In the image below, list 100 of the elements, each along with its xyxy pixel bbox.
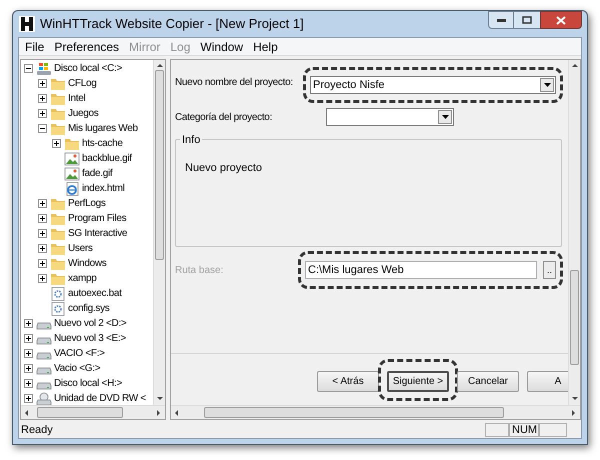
maximize-button[interactable] (514, 11, 540, 29)
tree-item[interactable]: config.sys (68, 301, 110, 316)
folder-icon (50, 122, 66, 136)
scroll-right-icon[interactable] (155, 408, 163, 416)
status-text: Ready (20, 422, 54, 438)
wizard-button[interactable]: Cancelar (457, 370, 519, 392)
settings-file-icon (50, 286, 66, 300)
expand-icon[interactable] (38, 274, 47, 283)
tree-item[interactable]: fade.gif (82, 166, 112, 181)
expand-icon[interactable] (38, 259, 47, 268)
close-icon (556, 16, 566, 24)
status-panel (539, 423, 567, 437)
tree-item[interactable]: hts-cache (82, 136, 123, 151)
close-button[interactable] (540, 11, 582, 29)
folder-icon (50, 106, 66, 120)
tree-item[interactable]: xampp (68, 271, 97, 286)
scroll-down-icon[interactable] (570, 395, 578, 403)
menu-item[interactable]: Window (196, 38, 248, 56)
scrollbar-thumb[interactable] (155, 70, 164, 260)
tree-item[interactable]: Nuevo vol 2 <D:> (54, 316, 126, 331)
collapse-icon[interactable] (24, 64, 33, 73)
tree-item[interactable]: backblue.gif (82, 151, 132, 166)
horizontal-scrollbar[interactable] (171, 405, 580, 419)
scrollbar-thumb[interactable] (37, 407, 123, 418)
tree-item[interactable]: Unidad de DVD RW < (54, 391, 146, 405)
folder-icon (50, 196, 66, 210)
expand-icon[interactable] (24, 349, 33, 358)
field-label: Categoría del proyecto: (175, 110, 274, 124)
tree-item[interactable]: Program Files (68, 211, 126, 226)
folder-icon (50, 92, 66, 106)
tree-item[interactable]: index.html (82, 181, 125, 196)
tree-item[interactable]: Windows (68, 256, 106, 271)
tree-item[interactable]: VACIO <F:> (54, 346, 105, 361)
image-file-icon (64, 152, 80, 166)
menu-item[interactable]: Preferences (50, 38, 124, 56)
maximize-icon (522, 16, 532, 24)
collapse-icon[interactable] (38, 124, 47, 133)
category-combobox[interactable] (326, 108, 454, 126)
wizard-button[interactable]: Siguiente > (387, 370, 449, 392)
app-logo-icon (19, 16, 35, 32)
folder-icon (50, 212, 66, 226)
expand-icon[interactable] (24, 334, 33, 343)
tree-item[interactable]: SG Interactive (68, 226, 128, 241)
info-text: Nuevo proyecto (185, 162, 262, 174)
expand-icon[interactable] (24, 319, 33, 328)
web-page-icon (64, 182, 80, 196)
wizard-button[interactable]: A (527, 370, 568, 392)
expand-icon[interactable] (38, 244, 47, 253)
folder-icon (50, 242, 66, 256)
scroll-left-icon[interactable] (173, 408, 181, 416)
field-label: Nuevo nombre del proyecto: (175, 76, 294, 90)
tree-item[interactable]: Disco local <H:> (54, 376, 122, 391)
tree-item[interactable]: Mis lugares Web (68, 121, 138, 136)
settings-file-icon (50, 302, 66, 316)
minimize-icon (496, 18, 506, 22)
tree-item[interactable]: PerfLogs (68, 196, 106, 211)
expand-icon[interactable] (38, 199, 47, 208)
status-panel (485, 423, 509, 437)
vertical-scrollbar[interactable] (153, 60, 165, 405)
tree-item[interactable]: autoexec.bat (68, 286, 122, 301)
tree-item[interactable]: Nuevo vol 3 <E:> (54, 331, 126, 346)
tree-item[interactable]: Vacio <G:> (54, 361, 100, 376)
menu-item[interactable]: File (21, 38, 48, 56)
window-title: WinHTTrack Website Copier - [New Project 1] (40, 15, 305, 34)
tree-item[interactable]: Users (68, 241, 93, 256)
expand-icon[interactable] (38, 79, 47, 88)
expand-icon[interactable] (24, 394, 33, 403)
scroll-right-icon[interactable] (570, 408, 578, 416)
expand-icon[interactable] (24, 379, 33, 388)
vertical-scrollbar[interactable] (568, 60, 580, 405)
scroll-left-icon[interactable] (23, 408, 31, 416)
tree-item[interactable]: CFLog (68, 76, 97, 91)
folder-icon (50, 76, 66, 90)
tree-item[interactable]: Disco local <C:> (54, 61, 122, 76)
expand-icon[interactable] (38, 94, 47, 103)
status-indicator: NUM (509, 423, 539, 437)
expand-icon[interactable] (38, 229, 47, 238)
horizontal-scrollbar[interactable] (21, 405, 165, 419)
disc-drive-icon (36, 392, 52, 405)
field-label: Ruta base: (175, 264, 224, 278)
scrollbar-thumb[interactable] (204, 407, 504, 418)
project-name-combobox[interactable]: Proyecto Nisfe (310, 76, 556, 94)
folder-icon (50, 226, 66, 240)
scrollbar-thumb[interactable] (570, 270, 579, 365)
expand-icon[interactable] (52, 139, 61, 148)
tree-item[interactable]: Intel (68, 91, 86, 106)
folder-icon (50, 256, 66, 270)
tree-item[interactable]: Juegos (68, 106, 98, 121)
menu-item[interactable]: Help (249, 38, 282, 56)
image-file-icon (64, 166, 80, 180)
scroll-down-icon[interactable] (156, 395, 164, 403)
minimize-button[interactable] (488, 11, 514, 29)
scroll-up-icon[interactable] (570, 62, 578, 70)
folder-icon (64, 136, 80, 150)
expand-icon[interactable] (38, 109, 47, 118)
expand-icon[interactable] (38, 214, 47, 223)
folder-icon (50, 272, 66, 286)
expand-icon[interactable] (24, 364, 33, 373)
wizard-button[interactable]: < Atrás (317, 370, 379, 392)
drive-icon (36, 62, 52, 76)
